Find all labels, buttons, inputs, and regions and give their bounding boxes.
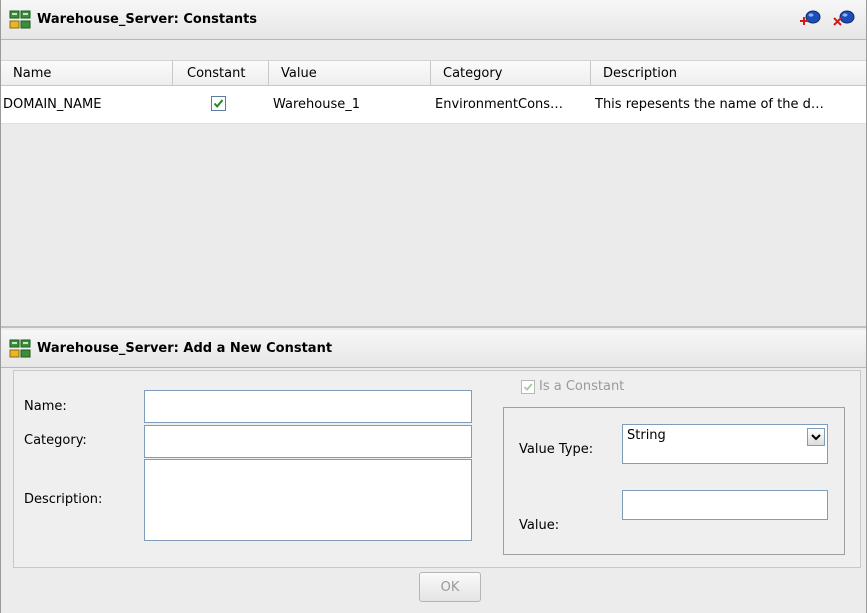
cell-category: EnvironmentCons… xyxy=(435,97,564,112)
delete-constant-icon xyxy=(832,9,856,31)
add-constant-icon xyxy=(798,9,822,31)
check-icon xyxy=(213,99,224,108)
category-input[interactable] xyxy=(144,425,472,458)
constants-window: Warehouse_Server: Constants Name Constan… xyxy=(0,0,867,613)
column-header-value[interactable]: Value xyxy=(269,61,431,85)
is-constant-checkbox[interactable]: Is a Constant xyxy=(521,379,624,394)
description-label: Description: xyxy=(24,492,103,507)
constants-panel-header: Warehouse_Server: Constants xyxy=(1,0,866,40)
column-header-constant[interactable]: Constant xyxy=(173,61,269,85)
column-header-category[interactable]: Category xyxy=(431,61,591,85)
constants-table-body: DOMAIN_NAME Warehouse_1 EnvironmentCons…… xyxy=(1,86,866,326)
chevron-down-icon[interactable] xyxy=(807,428,825,446)
value-group-box: Value Type: String Value: xyxy=(503,407,845,555)
table-row[interactable]: DOMAIN_NAME Warehouse_1 EnvironmentCons…… xyxy=(1,86,866,124)
check-icon xyxy=(523,382,533,391)
category-label: Category: xyxy=(24,433,87,448)
server-group-icon xyxy=(9,9,31,31)
cell-value: Warehouse_1 xyxy=(273,97,361,112)
name-label: Name: xyxy=(24,399,67,414)
column-header-description[interactable]: Description xyxy=(591,61,866,85)
add-constant-form: Name: Category: Description: Is a Consta… xyxy=(13,370,861,568)
add-constant-panel-header: Warehouse_Server: Add a New Constant xyxy=(1,330,866,368)
is-constant-check-box[interactable] xyxy=(521,379,535,394)
name-input[interactable] xyxy=(144,390,472,423)
add-constant-button[interactable] xyxy=(797,10,823,30)
dialog-footer: OK xyxy=(1,568,866,613)
value-type-label: Value Type: xyxy=(519,442,594,457)
server-group-icon xyxy=(9,338,31,360)
value-input[interactable] xyxy=(622,490,828,520)
value-type-select[interactable]: String xyxy=(622,424,828,464)
value-type-selected: String xyxy=(627,428,666,443)
delete-constant-button[interactable] xyxy=(831,10,857,30)
constants-panel-title: Warehouse_Server: Constants xyxy=(37,12,258,27)
cell-name: DOMAIN_NAME xyxy=(3,97,102,112)
value-label: Value: xyxy=(519,518,560,533)
cell-description: This repesents the name of the d… xyxy=(595,97,824,112)
add-constant-panel-title: Warehouse_Server: Add a New Constant xyxy=(37,341,333,356)
ok-button[interactable]: OK xyxy=(419,572,481,602)
description-textarea[interactable] xyxy=(144,459,472,541)
panel-splitter[interactable] xyxy=(1,326,866,328)
cell-constant xyxy=(173,96,269,113)
column-header-name[interactable]: Name xyxy=(1,61,173,85)
constants-table-header: Name Constant Value Category Description xyxy=(1,60,866,86)
constant-checkbox[interactable] xyxy=(211,96,226,111)
is-constant-label: Is a Constant xyxy=(539,379,625,394)
